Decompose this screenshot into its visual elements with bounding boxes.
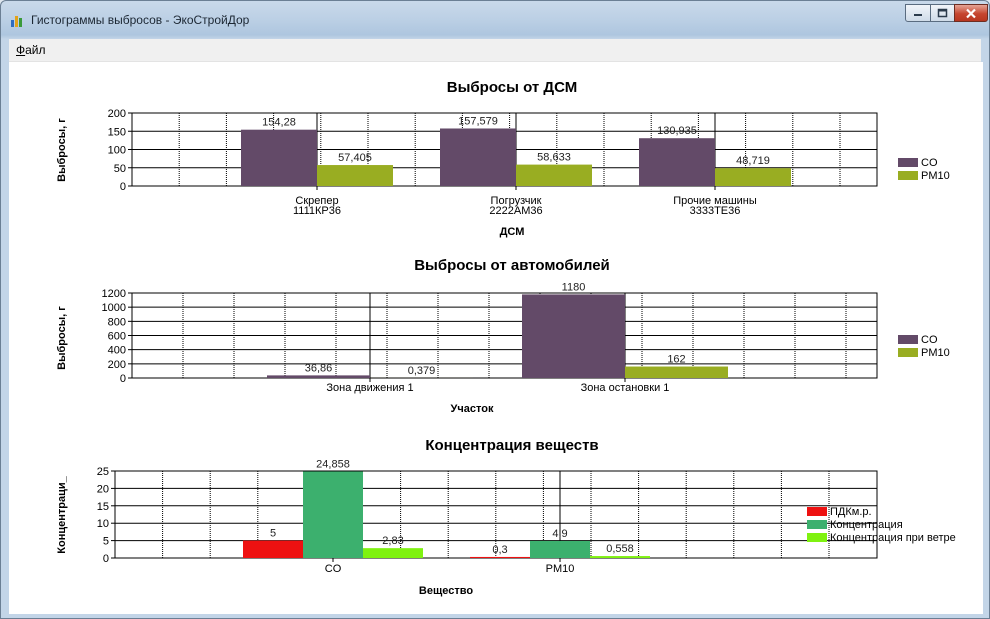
- data-label: 0,3: [492, 544, 507, 556]
- bar-CO: [267, 375, 370, 378]
- data-label: 5: [270, 528, 276, 540]
- legend-swatch: [898, 335, 918, 344]
- x-axis-title: Участок: [451, 403, 494, 415]
- bar-ПДКм.р.: [470, 556, 530, 558]
- chart-2: Выбросы от автомобилей 0 200 400 600 800 1000 1…: [56, 257, 950, 415]
- category-label: 1111КР36: [293, 205, 341, 217]
- chart-title: Выбросы от автомобилей: [414, 257, 610, 274]
- app-icon: [11, 16, 22, 27]
- legend-label: CO: [921, 334, 938, 346]
- data-label: 36,86: [305, 362, 333, 374]
- legend-swatch: [807, 507, 827, 516]
- y-tick-label: 5: [103, 536, 109, 548]
- charts-area: Выбросы от ДСМ 0 50 100 150 200 154,28 157,579 1…: [9, 62, 983, 614]
- data-label: 48,719: [736, 155, 770, 167]
- y-tick-label: 25: [97, 466, 109, 478]
- bar-PM10: [516, 164, 592, 186]
- chart-3: Концентрация веществ 0 5 10 15 20 25 5 0,3 24,858…: [56, 437, 956, 597]
- y-tick-label: 0: [120, 181, 126, 193]
- charts-canvas: Выбросы от ДСМ050100150200154,28 157,5791…: [56, 79, 956, 597]
- data-label: 1180: [562, 281, 586, 293]
- legend-swatch: [898, 171, 918, 180]
- maximize-icon: [937, 8, 948, 18]
- menu-file-accelerator: Ф: [16, 43, 26, 57]
- x-axis-title: ДСМ: [500, 226, 525, 238]
- bar-Концентрация при ветре: [363, 548, 423, 558]
- y-tick-label: 200: [108, 108, 126, 120]
- title-bar[interactable]: Гистограммы выбросов - ЭкоСтройДор: [1, 1, 989, 39]
- y-tick-label: 150: [108, 126, 126, 138]
- category-label: 3333ТЕ36: [690, 205, 741, 217]
- y-tick-label: 20: [97, 483, 109, 495]
- legend-label: CO: [921, 157, 938, 169]
- close-button[interactable]: [954, 4, 988, 22]
- chart-title: Выбросы от ДСМ: [447, 79, 577, 96]
- y-tick-label: 200: [108, 359, 126, 371]
- window-title: Гистограммы выбросов - ЭкоСтройДор: [31, 13, 250, 27]
- menu-file[interactable]: Файл: [13, 43, 49, 57]
- minimize-icon: [914, 14, 922, 16]
- bar-ПДКм.р.: [243, 540, 303, 558]
- data-label: 2,83: [382, 535, 403, 547]
- y-tick-label: 600: [108, 331, 126, 343]
- y-tick-label: 0: [120, 373, 126, 385]
- y-tick-label: 1000: [102, 302, 126, 314]
- y-tick-label: 15: [97, 501, 109, 513]
- bar-Концентрация при ветре: [590, 556, 650, 558]
- data-label: 0,558: [606, 543, 634, 555]
- legend-swatch: [807, 520, 827, 529]
- legend-label: PM10: [921, 347, 950, 359]
- chart-1: Выбросы от ДСМ 0 50 100 150 200 154,28 157,579 1…: [56, 79, 950, 238]
- category-label: 2222АМ36: [489, 205, 542, 217]
- bar-CO: [241, 129, 317, 186]
- minimize-button[interactable]: [905, 4, 931, 22]
- bar-CO: [522, 294, 625, 378]
- category-label: Зона остановки 1: [581, 382, 670, 394]
- bar-CO: [440, 128, 516, 186]
- data-label: 57,405: [338, 152, 372, 164]
- legend-swatch: [807, 533, 827, 542]
- y-tick-label: 400: [108, 345, 126, 357]
- maximize-button[interactable]: [930, 4, 955, 22]
- data-label: 58,633: [537, 152, 571, 164]
- bar-PM10: [317, 165, 393, 186]
- chart-title: Концентрация веществ: [425, 437, 598, 454]
- legend-label: Концентрация: [830, 519, 903, 531]
- y-tick-label: 50: [114, 163, 126, 175]
- data-label: 130,935: [657, 125, 697, 137]
- data-label: 4,9: [552, 528, 567, 540]
- bar-Концентрация: [530, 540, 590, 558]
- category-label: Зона движения 1: [326, 382, 413, 394]
- y-tick-label: 0: [103, 553, 109, 565]
- menu-file-label: айл: [25, 43, 46, 57]
- bar-PM10: [625, 366, 728, 378]
- data-label: 162: [667, 354, 685, 366]
- y-tick-label: 1200: [102, 288, 126, 300]
- legend-label: PM10: [921, 170, 950, 182]
- y-axis-title: Выбросы, г: [56, 118, 68, 182]
- close-icon: [966, 8, 976, 18]
- data-label: 154,28: [262, 117, 296, 129]
- y-tick-label: 100: [108, 145, 126, 157]
- data-label: 0,379: [408, 365, 436, 377]
- y-tick-label: 10: [97, 518, 109, 530]
- menu-bar: Файл: [9, 39, 981, 62]
- bar-PM10: [715, 168, 791, 186]
- data-label: 157,579: [458, 115, 498, 127]
- legend-swatch: [898, 348, 918, 357]
- y-axis-title: Концентраци_: [56, 475, 68, 553]
- y-axis-title: Выбросы, г: [56, 306, 68, 370]
- bar-Концентрация: [303, 471, 363, 558]
- legend-label: Концентрация при ветре: [830, 532, 956, 544]
- bar-CO: [639, 138, 715, 186]
- x-axis-title: Вещество: [419, 585, 473, 597]
- legend-label: ПДКм.р.: [830, 506, 872, 518]
- data-label: 24,858: [316, 458, 350, 470]
- app-window: Гистограммы выбросов - ЭкоСтройДор Файл …: [0, 0, 990, 619]
- legend-swatch: [898, 158, 918, 167]
- category-label: CO: [325, 563, 342, 575]
- y-tick-label: 800: [108, 316, 126, 328]
- category-label: PM10: [546, 563, 575, 575]
